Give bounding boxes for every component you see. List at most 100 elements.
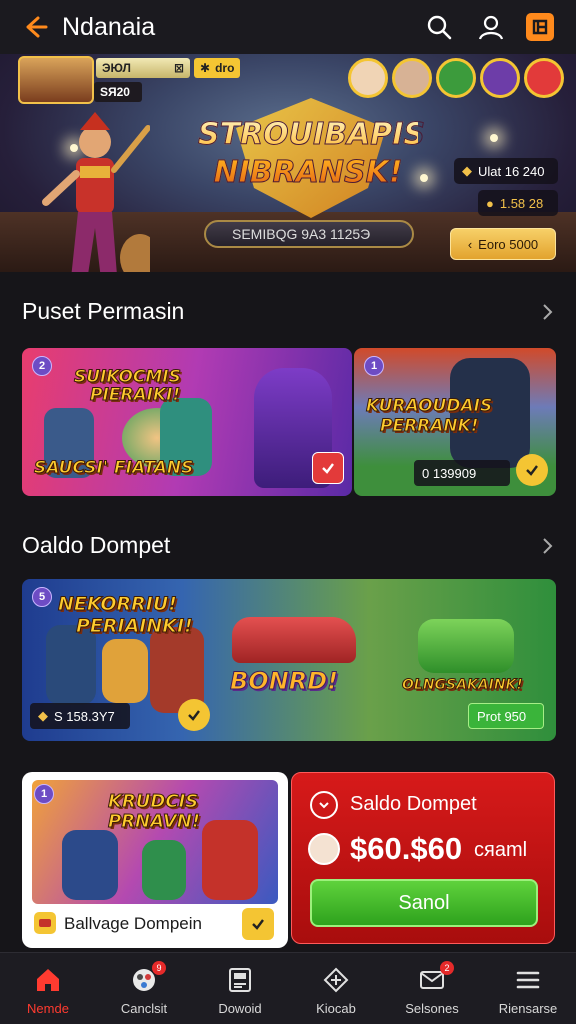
nav-item-menu[interactable]: Riensarse (480, 953, 576, 1024)
nav-label: Riensarse (498, 1001, 558, 1016)
nav-item-home[interactable]: Nemde (0, 953, 96, 1024)
nav-label: Selsones (405, 1001, 459, 1016)
section-title: Puset Permasin (22, 298, 185, 324)
character-illustration (46, 625, 96, 705)
app-title: Ndanaia (62, 12, 156, 41)
banner-title-line1: NEKORRIU! (58, 593, 178, 616)
banner-title: NEKORRIU! PERIAINKI! (58, 593, 194, 638)
tile-label: Ballvage Dompein (64, 914, 202, 933)
promo-banner[interactable]: 5 NEKORRIU! PERIAINKI! BONRD! OLNGSAKAIN… (22, 579, 556, 741)
coin-icon: ● (486, 195, 494, 211)
menu-icon (513, 965, 543, 995)
warrior-character-illustration (42, 112, 150, 272)
check-icon[interactable] (178, 699, 210, 731)
check-icon[interactable] (242, 908, 274, 940)
card-title: SUIKOCMIS PIERAIKI! (74, 368, 182, 405)
player-score: SЯ20 (94, 82, 142, 102)
card-number-badge: 1 (34, 784, 54, 804)
tile-title: KRUDCIS PRNAVN! (107, 791, 201, 832)
nav-label: Canclsit (120, 1001, 168, 1016)
character-illustration (62, 830, 118, 900)
chevron-down-icon[interactable] (310, 791, 338, 819)
tile-title-line1: KRUDCIS (107, 791, 199, 812)
hero-progress-bar: SEMIBQG 9A3 1125Э (204, 220, 414, 248)
notification-badge: 2 (440, 961, 454, 975)
stat-pill: ● 1.58 28 (478, 190, 558, 216)
player-name-chip: ЭЮЛ ⊠ (96, 58, 190, 78)
wallet-unit: cяaml (474, 839, 528, 861)
game-tile[interactable]: 1 KRUDCIS PRNAVN! Ballvage Dompein (22, 772, 288, 948)
section-title: Oaldo Dompet (22, 532, 171, 558)
game-card[interactable]: 1 KURAOUDAIS PERRANK! 0 139909 (354, 348, 556, 496)
check-icon[interactable] (516, 454, 548, 486)
avatar[interactable] (348, 58, 388, 98)
hero-title-line1: STROUIBAPIS (198, 117, 426, 153)
banner-value: S 158.3Y7 (54, 708, 115, 724)
car-illustration (232, 617, 356, 663)
nav-label: Dowoid (218, 1001, 262, 1016)
banner-middle-title: BONRD! (229, 667, 339, 696)
user-icon[interactable] (474, 10, 508, 44)
gem-icon: ◆ (38, 708, 48, 723)
app-logo-icon[interactable] (526, 13, 554, 41)
car-illustration (418, 619, 514, 673)
send-button[interactable]: Sanol (310, 879, 538, 927)
hero-title: STROUIBAPIS NIBRANSK! (198, 116, 426, 192)
search-icon[interactable] (422, 10, 456, 44)
card-title: KURAOUDAIS PERRANK! (365, 396, 493, 437)
character-illustration (142, 840, 186, 900)
avatar[interactable] (392, 58, 432, 98)
chevron-right-icon[interactable] (540, 537, 554, 555)
stat-pill: ◆ Ulat 16 240 (454, 158, 558, 184)
card-title-line2: PIERAIKI! (90, 385, 181, 405)
stat-b-value: 1.58 28 (499, 195, 544, 211)
stage-light (420, 174, 428, 182)
nav-label: Nemde (27, 1001, 69, 1016)
section-header-oaldo[interactable]: Oaldo Dompet (22, 532, 554, 559)
bonus-chip-label: dro (215, 61, 235, 75)
card-number-badge: 1 (364, 356, 384, 376)
player-tag-close[interactable]: ⊠ (174, 61, 184, 75)
home-icon (33, 965, 63, 995)
card-title-line1: KURAOUDAIS (365, 396, 493, 417)
card-value-pill: 0 139909 (414, 460, 510, 486)
top-app-bar: Ndanaia (0, 0, 576, 54)
avatar[interactable] (524, 58, 564, 98)
nav-item-messages[interactable]: 2 Selsones (384, 953, 480, 1024)
avatar[interactable] (480, 58, 520, 98)
chevron-right-icon[interactable] (540, 303, 554, 321)
nav-label: Kiocab (316, 1001, 356, 1016)
gem-icon: ◆ (462, 163, 472, 178)
wallet-icon (34, 912, 56, 934)
nav-item-download[interactable]: Dowoid (192, 953, 288, 1024)
nav-item-clubs[interactable]: Kiocab (288, 953, 384, 1024)
character-illustration (202, 820, 258, 900)
hero-title-line2: NIBRANSK! (213, 155, 403, 191)
wallet-balance-panel: Saldo Dompet $60.$60 cяaml Sanol (291, 772, 555, 944)
stat-a-value: Ulat 16 240 (478, 163, 545, 179)
hero-banner[interactable]: ЭЮЛ ⊠ SЯ20 ✱ dro STROUIBAPIS NIBRANSK! ◆… (0, 54, 576, 272)
wallet-title: Saldo Dompet (350, 793, 477, 815)
player-avatar[interactable] (18, 56, 94, 104)
section-header-puset[interactable]: Puset Permasin (22, 298, 554, 325)
player-tag: ЭЮЛ (102, 61, 131, 75)
banner-title-line2: PERIAINKI! (76, 615, 194, 638)
game-card[interactable]: 2 SUIKOCMIS PIERAIKI! SAUCSI' FIATANS (22, 348, 352, 496)
banner-action-pill[interactable]: Prot 950 (468, 703, 544, 729)
tile-title-line2: PRNAVN! (107, 811, 201, 832)
notification-badge: 9 (152, 961, 166, 975)
check-icon[interactable] (312, 452, 344, 484)
player-avatar-row (348, 58, 564, 98)
avatar[interactable] (436, 58, 476, 98)
back-arrow-icon[interactable] (20, 12, 50, 42)
download-icon (225, 965, 255, 995)
clubs-icon (321, 965, 351, 995)
chevron-left-icon: ‹ (467, 236, 473, 252)
hero-button-label: Eoro 5000 (478, 236, 539, 252)
bottom-navigation: Nemde 9 Canclsit Dowoid Kiocab 2 Selsone… (0, 952, 576, 1024)
card-number-badge: 2 (32, 356, 52, 376)
hero-claim-button[interactable]: ‹ Eoro 5000 (450, 228, 556, 260)
nav-item-games[interactable]: 9 Canclsit (96, 953, 192, 1024)
star-icon: ✱ (200, 61, 211, 75)
bonus-chip[interactable]: ✱ dro (194, 58, 240, 78)
